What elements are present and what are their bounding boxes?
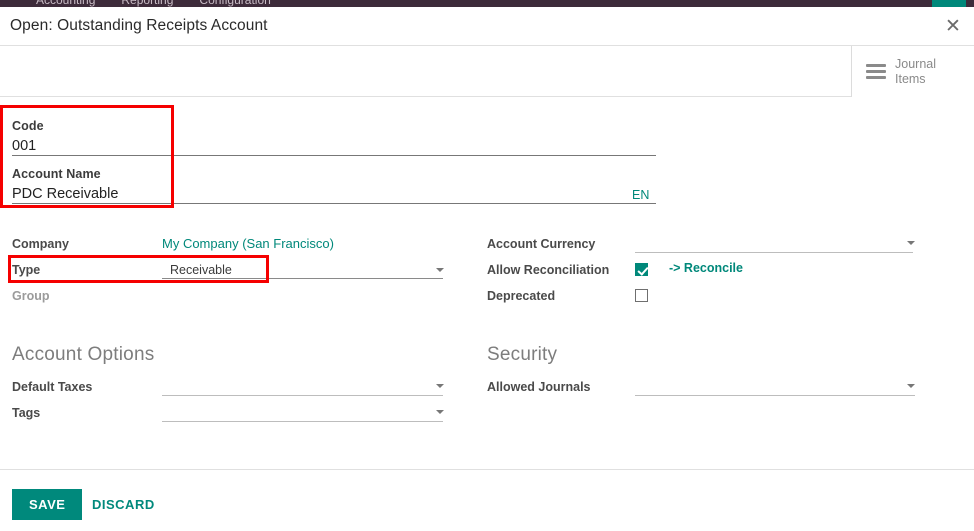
menubar-accent-chip [932,0,966,7]
field-row-account-currency: Account Currency [487,235,957,261]
company-value-link[interactable]: My Company (San Francisco) [162,235,334,253]
type-value: Receivable [170,263,232,277]
journal-items-label-line1: Journal [895,56,936,71]
list-lines-icon [866,64,886,79]
code-label: Code [12,119,44,133]
chevron-down-icon[interactable] [436,268,444,272]
chevron-down-icon[interactable] [436,410,444,414]
account-options-fields: Default Taxes Tags [12,378,462,430]
field-row-allowed-journals: Allowed Journals [487,378,937,404]
field-row-type: Type Receivable [12,261,467,287]
form-left-column: Company My Company (San Francisco) Type … [12,235,467,313]
journal-items-label: Journal Items [895,57,936,87]
close-icon[interactable]: ✕ [942,16,964,38]
code-input[interactable]: 001 [12,136,656,156]
form-right-column: Account Currency Allow Reconciliation ->… [487,235,957,313]
type-label: Type [12,263,41,277]
field-row-default-taxes: Default Taxes [12,378,462,404]
deprecated-checkbox[interactable] [635,289,648,302]
form-statusbar: Journal Items [0,46,974,97]
save-button[interactable]: SAVE [12,489,83,520]
field-account-name: Account Name PDC Receivable [12,167,656,204]
field-row-company: Company My Company (San Francisco) [12,235,467,261]
allowed-journals-select[interactable] [635,377,915,396]
security-section-title: Security [487,344,558,365]
dialog-title: Open: Outstanding Receipts Account [10,17,268,34]
language-badge-en[interactable]: EN [632,188,649,202]
chevron-down-icon[interactable] [907,241,915,245]
allow-reconciliation-label: Allow Reconciliation [487,263,610,277]
chevron-down-icon[interactable] [436,384,444,388]
account-name-label: Account Name [12,167,101,181]
field-row-tags: Tags [12,404,462,430]
form-sheet: Code 001 Account Name PDC Receivable EN … [0,97,974,468]
account-currency-label: Account Currency [487,237,596,251]
account-name-input[interactable]: PDC Receivable [12,184,656,204]
menubar-item-configuration[interactable]: Configuration [199,0,270,7]
odoo-account-form-dialog: Accounting Reporting Configuration Open:… [0,0,974,531]
dialog-header: Open: Outstanding Receipts Account ✕ [0,7,974,46]
default-taxes-select[interactable] [162,377,443,396]
account-options-section-title: Account Options [12,344,155,365]
app-menubar[interactable]: Accounting Reporting Configuration [0,0,974,7]
field-row-deprecated: Deprecated [487,287,957,313]
menubar-right-tools [816,0,966,7]
company-label: Company [12,237,69,251]
field-row-group: Group [12,287,467,313]
chevron-down-icon[interactable] [907,384,915,388]
field-row-allow-reconciliation: Allow Reconciliation -> Reconcile [487,261,957,287]
reconcile-link[interactable]: -> Reconcile [669,261,743,275]
tags-select[interactable] [162,403,443,422]
group-label: Group [12,289,50,303]
menubar-item-accounting[interactable]: Accounting [36,0,95,7]
account-currency-select[interactable] [635,234,913,253]
journal-items-label-line2: Items [895,71,926,86]
discard-button[interactable]: DISCARD [82,489,165,520]
journal-items-button[interactable]: Journal Items [851,46,974,97]
menubar-item-reporting[interactable]: Reporting [121,0,173,7]
deprecated-label: Deprecated [487,289,556,303]
default-taxes-label: Default Taxes [12,380,93,394]
security-fields: Allowed Journals [487,378,937,404]
allow-reconciliation-checkbox[interactable] [635,263,648,276]
tags-label: Tags [12,406,41,420]
field-code: Code 001 [12,119,656,156]
allowed-journals-label: Allowed Journals [487,380,591,394]
dialog-footer: SAVE DISCARD [0,469,974,531]
